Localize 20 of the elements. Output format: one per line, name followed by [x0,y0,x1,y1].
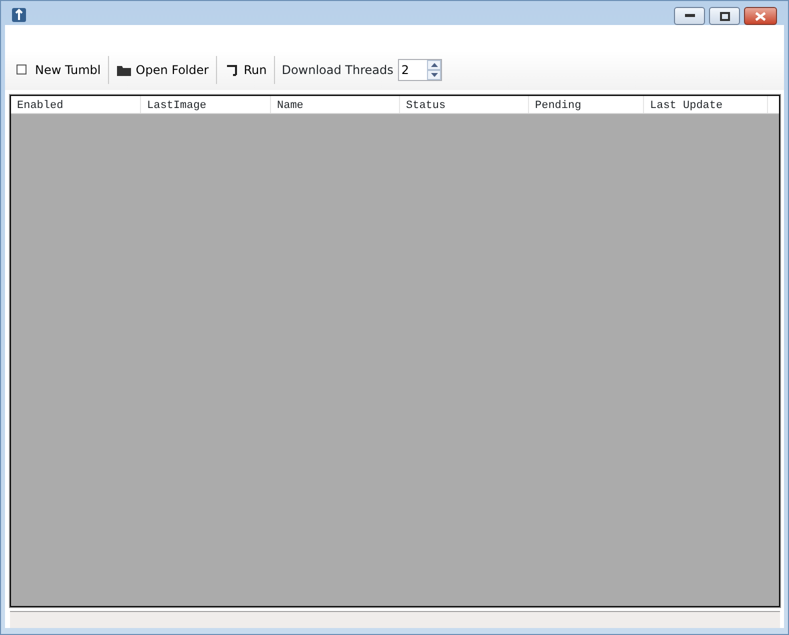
column-header[interactable]: Status [400,96,529,113]
close-icon [755,12,766,20]
column-header[interactable]: LastImage [141,96,271,113]
threads-spinbox[interactable]: 2 [398,59,442,81]
column-header[interactable]: Pending [529,96,644,113]
column-header[interactable]: Name [271,96,400,113]
close-button[interactable] [744,7,777,25]
maximize-button[interactable] [709,7,740,25]
spin-up-icon[interactable] [427,60,442,70]
minimize-button[interactable] [674,7,705,25]
spin-down-icon[interactable] [427,70,442,80]
threads-label: Download Threads [282,62,394,79]
column-header[interactable]: Enabled [11,96,141,113]
toolbar-button[interactable]: Run [220,59,271,81]
maximize-icon [720,12,730,20]
column-header[interactable]: Last Update [644,96,768,113]
toolbar-button[interactable]: Open Folder [112,59,213,81]
app-icon [11,7,27,23]
toolbar-button[interactable]: New Tumbl [11,59,105,81]
minimize-icon [684,14,694,18]
